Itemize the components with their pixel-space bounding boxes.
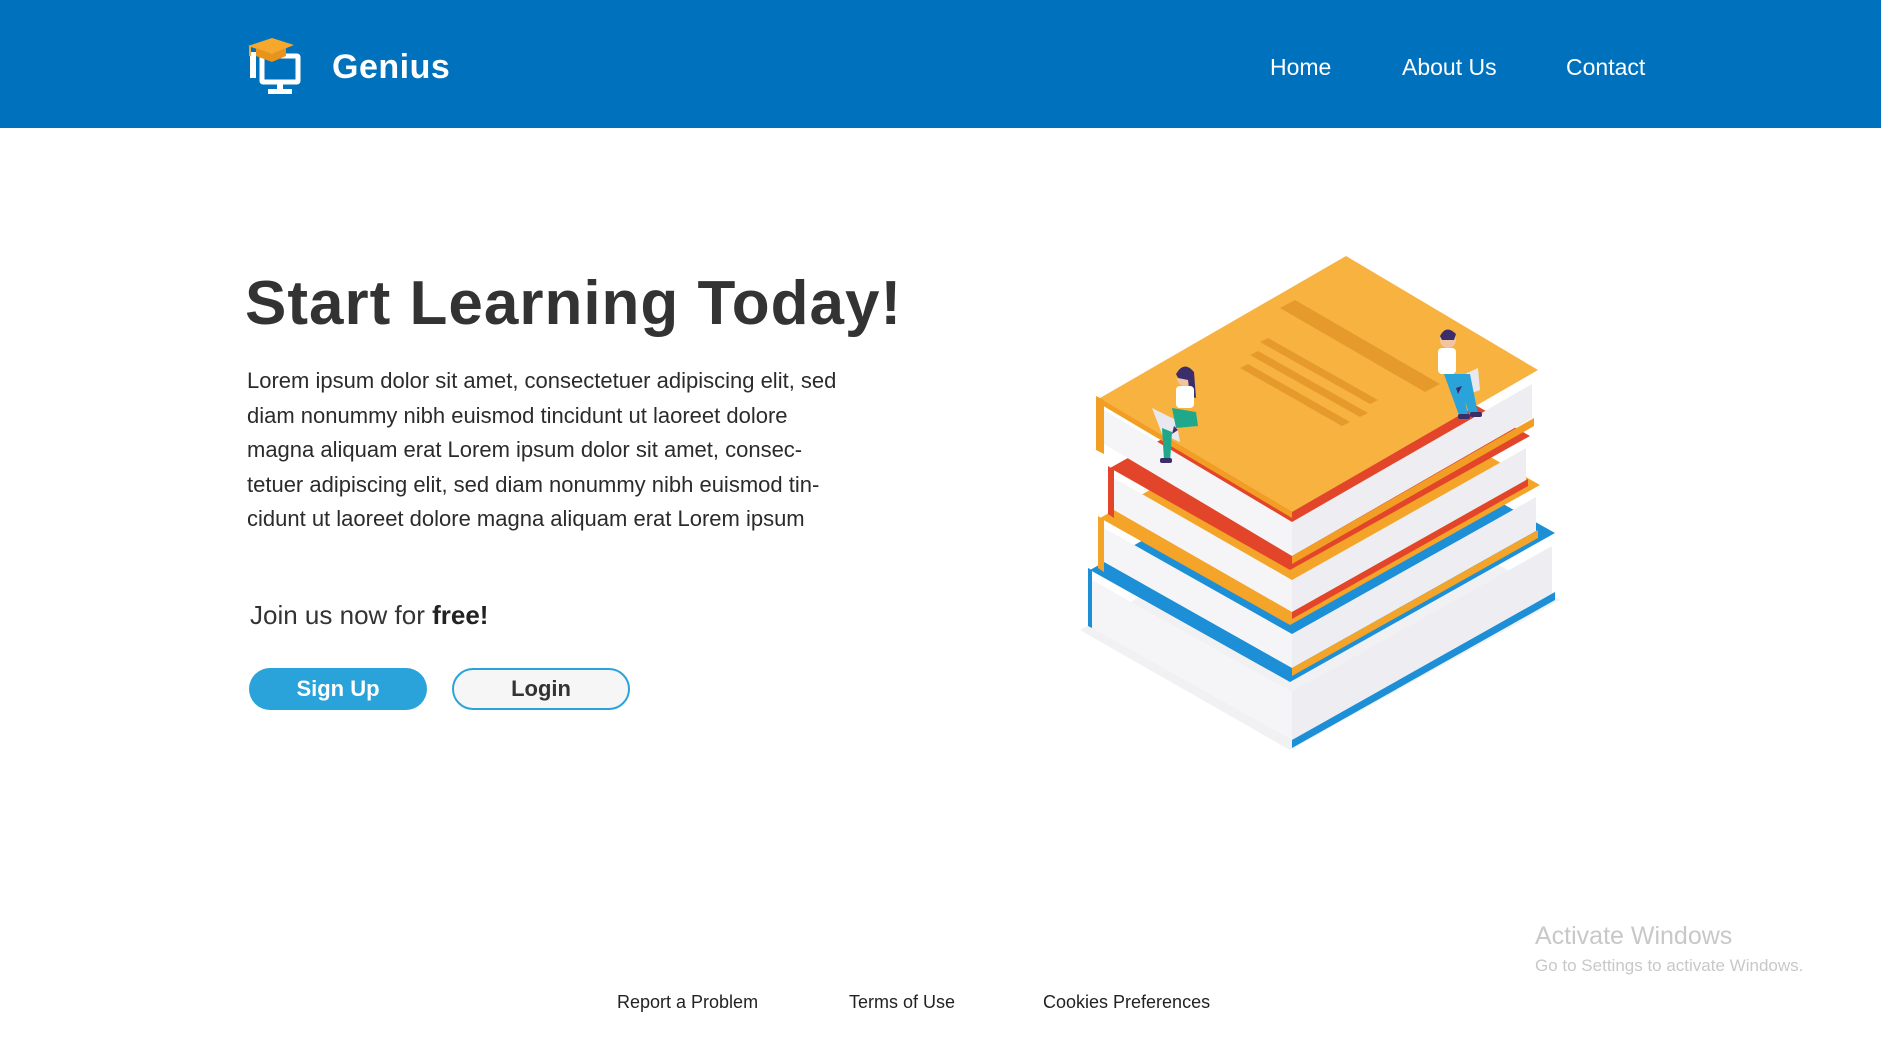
join-prefix: Join us now for [250, 600, 433, 630]
join-text: Join us now for free! [250, 600, 488, 631]
book-top-spine [1096, 396, 1104, 454]
graduation-cap-monitor-icon[interactable] [246, 36, 310, 98]
hero-description-line: Lorem ipsum dolor sit amet, consectetuer… [247, 368, 837, 393]
terms-of-use-link[interactable]: Terms of Use [849, 992, 955, 1013]
hero-description-line: magna aliquam erat Lorem ipsum dolor sit… [247, 437, 803, 462]
hero-description-line: tetuer adipiscing elit, sed diam nonummy… [247, 471, 820, 497]
page: Genius Home About Us Contact Start Learn… [0, 0, 1881, 1056]
book-red-spine [1108, 466, 1114, 518]
windows-activation-title: Activate Windows [1535, 922, 1733, 950]
hero-title: Start Learning Today! [245, 269, 903, 338]
join-emphasis: free! [432, 600, 489, 630]
book-stack-illustration [1080, 256, 1560, 750]
nav-about-link[interactable]: About Us [1402, 54, 1497, 81]
sign-up-button[interactable]: Sign Up [249, 668, 427, 710]
book-yellow-spine [1098, 516, 1104, 572]
cookies-preferences-link[interactable]: Cookies Preferences [1043, 992, 1210, 1013]
windows-activation-subtitle: Go to Settings to activate Windows. [1535, 956, 1804, 975]
book-blue-spine [1088, 568, 1092, 628]
nav-home-link[interactable]: Home [1270, 54, 1331, 81]
hero-description: Lorem ipsum dolor sit amet, consectetuer… [247, 364, 887, 537]
hero-description-line: diam nonummy nibh euismod tincidunt ut l… [247, 402, 788, 428]
top-navbar: Genius Home About Us Contact [0, 0, 1881, 128]
nav-contact-link[interactable]: Contact [1566, 54, 1645, 81]
brand-name[interactable]: Genius [332, 48, 450, 87]
hero-description-line: cidunt ut laoreet dolore magna aliquam e… [247, 506, 805, 531]
login-button[interactable]: Login [452, 668, 630, 710]
report-problem-link[interactable]: Report a Problem [617, 992, 758, 1013]
